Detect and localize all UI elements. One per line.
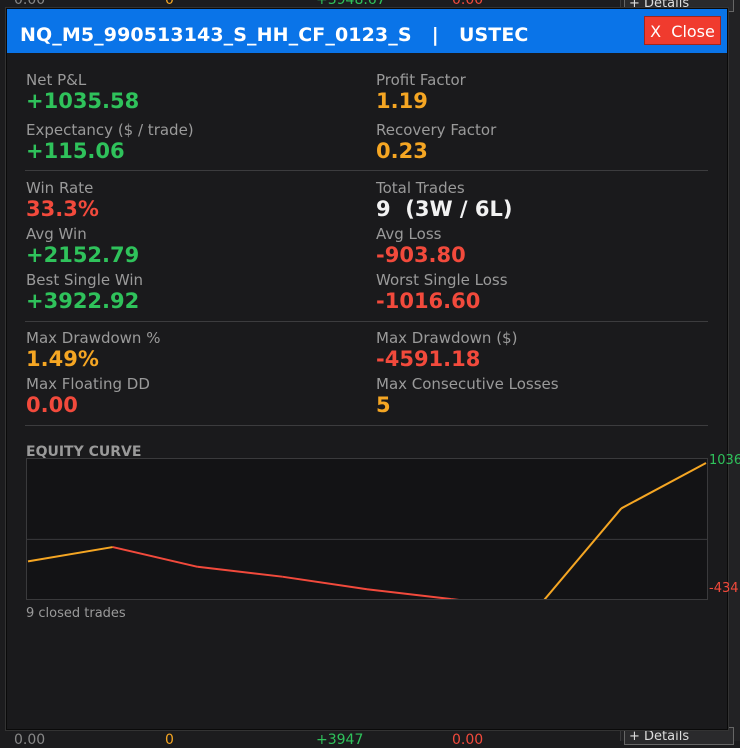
equity-curve-segment: [282, 575, 368, 591]
total-trades-label: Total Trades: [376, 179, 465, 197]
bg-cell: +3947: [316, 732, 364, 748]
max-dd-usd-value: -4591.18: [376, 347, 481, 371]
section-divider: [25, 170, 708, 171]
bg-cell: 0.00: [452, 732, 484, 748]
avg-win-label: Avg Win: [26, 225, 87, 243]
profit-factor-label: Profit Factor: [376, 71, 466, 89]
max-floating-dd-value: 0.00: [26, 393, 78, 417]
equity-curve-segment: [27, 546, 113, 563]
equity-curve-segment: [620, 462, 707, 510]
max-dd-usd-label: Max Drawdown ($): [376, 329, 518, 347]
expectancy-value: +115.06: [26, 139, 125, 163]
stats-dialog: NQ_M5_990513143_S_HH_CF_0123_S | USTEC X…: [6, 8, 728, 730]
profit-factor-value: 1.19: [376, 89, 428, 113]
recovery-factor-value: 0.23: [376, 139, 428, 163]
win-rate-label: Win Rate: [26, 179, 94, 197]
bg-cell: +3948.67: [316, 0, 386, 8]
equity-min-label: -434: [709, 581, 739, 596]
equity-curve-chart: [26, 458, 708, 600]
recovery-factor-label: Recovery Factor: [376, 121, 497, 139]
section-divider: [25, 425, 708, 426]
net-pnl-value: +1035.58: [26, 89, 140, 113]
bg-cell: 0: [165, 0, 174, 8]
equity-curve-segment: [197, 565, 283, 578]
equity-curve-segment: [543, 507, 623, 599]
equity-max-label: 1036: [709, 453, 740, 468]
section-divider: [25, 321, 708, 322]
best-win-value: +3922.92: [26, 289, 140, 313]
best-win-label: Best Single Win: [26, 271, 144, 289]
equity-curve-segment: [366, 588, 452, 599]
dialog-titlebar[interactable]: NQ_M5_990513143_S_HH_CF_0123_S | USTEC X…: [7, 9, 727, 53]
expectancy-label: Expectancy ($ / trade): [26, 121, 194, 139]
bg-cell: 0.00: [452, 0, 484, 8]
bg-cell: 0.00: [14, 0, 46, 8]
max-dd-pct-value: 1.49%: [26, 347, 99, 371]
max-dd-pct-label: Max Drawdown %: [26, 329, 161, 347]
net-pnl-label: Net P&L: [26, 71, 87, 89]
max-consec-losses-label: Max Consecutive Losses: [376, 375, 559, 393]
equity-curve-svg: [27, 462, 707, 599]
dialog-content: Net P&L +1035.58 Profit Factor 1.19 Expe…: [7, 53, 727, 729]
closed-trades-note: 9 closed trades: [26, 606, 126, 621]
max-floating-dd-label: Max Floating DD: [26, 375, 150, 393]
worst-loss-value: -1016.60: [376, 289, 481, 313]
bg-cell: 0: [165, 732, 174, 748]
close-button[interactable]: X Close: [644, 16, 721, 45]
dialog-title: NQ_M5_990513143_S_HH_CF_0123_S | USTEC: [20, 24, 529, 46]
avg-loss-value: -903.80: [376, 243, 466, 267]
win-rate-value: 33.3%: [26, 197, 99, 221]
avg-win-value: +2152.79: [26, 243, 140, 267]
equity-curve-segment: [112, 546, 198, 568]
avg-loss-label: Avg Loss: [376, 225, 442, 243]
total-trades-value: 9 (3W / 6L): [376, 197, 513, 221]
bg-cell: 0.00: [14, 732, 46, 748]
max-consec-losses-value: 5: [376, 393, 391, 417]
worst-loss-label: Worst Single Loss: [376, 271, 508, 289]
